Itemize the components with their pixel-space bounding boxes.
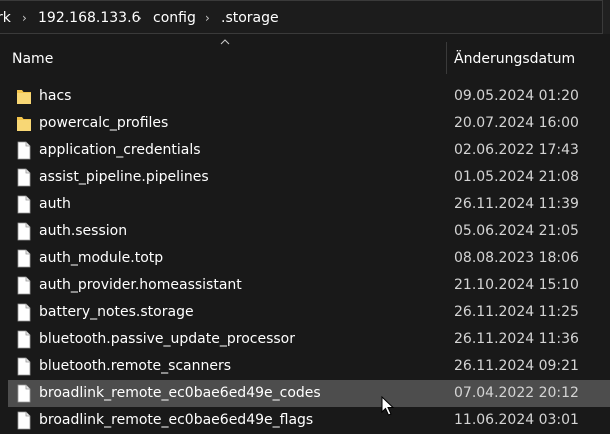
file-name: battery_notes.storage <box>39 304 194 320</box>
address-bar-edge <box>603 0 610 34</box>
file-row[interactable]: auth_provider.homeassistant 21.10.2024 15… <box>0 272 610 299</box>
file-name: bluetooth.remote_scanners <box>39 358 232 374</box>
folder-icon <box>17 117 31 131</box>
file-modified-date: 08.08.2023 18:06 <box>454 250 579 266</box>
file-icon <box>17 195 31 214</box>
chevron-right-icon[interactable]: › <box>22 11 27 25</box>
file-name: auth_module.totp <box>39 250 164 266</box>
file-row[interactable]: hacs 09.05.2024 01:20 <box>0 83 610 110</box>
file-row[interactable]: powercalc_profiles 20.07.2024 16:00 <box>0 110 610 137</box>
file-icon <box>17 384 31 403</box>
file-icon <box>17 330 31 349</box>
file-name: auth.session <box>39 223 128 239</box>
file-row[interactable]: assist_pipeline.pipelines 01.05.2024 21:0… <box>0 164 610 191</box>
file-modified-date: 26.11.2024 09:21 <box>454 358 579 374</box>
breadcrumb-item-network[interactable]: rk <box>0 10 11 26</box>
breadcrumb-item-storage[interactable]: .storage <box>221 10 279 26</box>
file-name: broadlink_remote_ec0bae6ed49e_codes <box>39 385 321 401</box>
file-row[interactable]: bluetooth.remote_scanners 26.11.2024 09:2… <box>0 353 610 380</box>
file-icon <box>17 303 31 322</box>
file-name: powercalc_profiles <box>39 115 169 131</box>
chevron-right-icon[interactable]: › <box>205 11 210 25</box>
file-row[interactable]: auth 26.11.2024 11:39 <box>0 191 610 218</box>
file-modified-date: 21.10.2024 15:10 <box>454 277 579 293</box>
file-modified-date: 05.06.2024 21:05 <box>454 223 579 239</box>
folder-icon <box>17 90 31 104</box>
file-name: auth <box>39 196 71 212</box>
column-header-modified[interactable]: Änderungsdatum <box>454 51 575 67</box>
file-row[interactable]: broadlink_remote_ec0bae6ed49e_codes 07.04… <box>8 380 610 407</box>
file-modified-date: 01.05.2024 21:08 <box>454 169 579 185</box>
mouse-cursor-icon <box>381 396 395 416</box>
file-modified-date: 26.11.2024 11:36 <box>454 331 579 347</box>
file-icon <box>17 276 31 295</box>
file-modified-date: 26.11.2024 11:39 <box>454 196 579 212</box>
file-modified-date: 11.06.2024 03:01 <box>454 412 579 428</box>
breadcrumb-item-host[interactable]: 192.168.133.6 <box>38 10 140 26</box>
file-name: assist_pipeline.pipelines <box>39 169 209 185</box>
file-name: hacs <box>39 88 72 104</box>
file-name: broadlink_remote_ec0bae6ed49e_flags <box>39 412 314 428</box>
chevron-right-icon[interactable]: › <box>137 11 142 25</box>
breadcrumb-item-config[interactable]: config <box>153 10 196 26</box>
file-name: auth_provider.homeassistant <box>39 277 242 293</box>
column-header-name[interactable]: Name <box>12 51 53 67</box>
file-modified-date: 20.07.2024 16:00 <box>454 115 579 131</box>
column-divider[interactable] <box>446 42 447 74</box>
address-bar[interactable]: rk › 192.168.133.6 › config › .storage <box>0 0 603 34</box>
file-row[interactable]: bluetooth.passive_update_processor 26.11.… <box>0 326 610 353</box>
file-icon <box>17 357 31 376</box>
file-modified-date: 07.04.2022 20:12 <box>454 385 579 401</box>
file-icon <box>17 249 31 268</box>
file-name: application_credentials <box>39 142 201 158</box>
file-modified-date: 26.11.2024 11:25 <box>454 304 579 320</box>
file-icon <box>17 222 31 241</box>
file-name: bluetooth.passive_update_processor <box>39 331 295 347</box>
file-row[interactable]: auth.session 05.06.2024 21:05 <box>0 218 610 245</box>
file-row[interactable]: application_credentials 02.06.2022 17:43 <box>0 137 610 164</box>
file-modified-date: 09.05.2024 01:20 <box>454 88 579 104</box>
file-row[interactable]: battery_notes.storage 26.11.2024 11:25 <box>0 299 610 326</box>
file-row[interactable]: auth_module.totp 08.08.2023 18:06 <box>0 245 610 272</box>
file-icon <box>17 141 31 160</box>
column-header-row: Name Änderungsdatum <box>0 44 610 74</box>
file-icon <box>17 168 31 187</box>
file-modified-date: 02.06.2022 17:43 <box>454 142 579 158</box>
